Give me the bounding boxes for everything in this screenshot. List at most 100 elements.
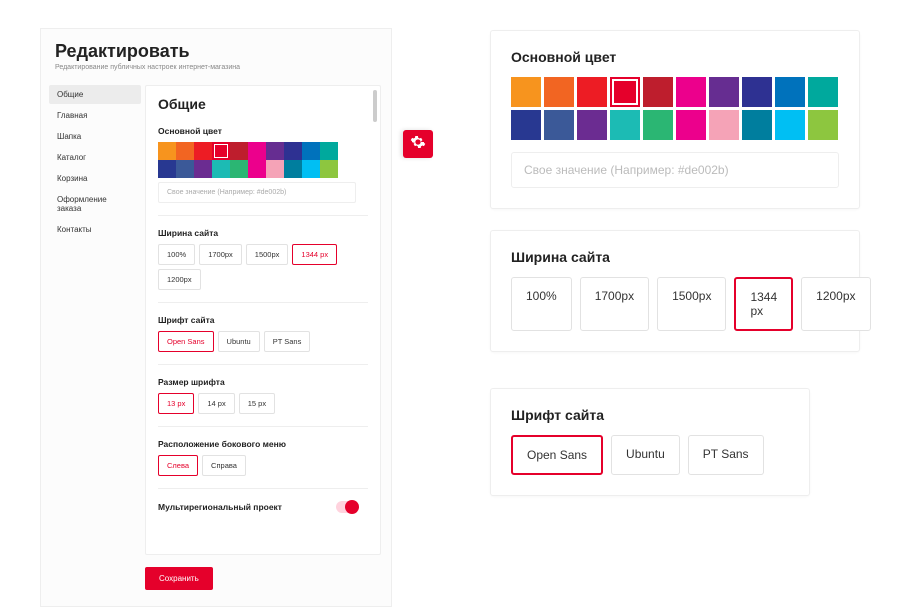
color-swatch-grid	[158, 142, 338, 178]
color-swatch[interactable]	[610, 110, 640, 140]
width-options-large: 100%1700px1500px1344 px1200px	[511, 277, 839, 331]
option-button[interactable]: 13 px	[158, 393, 194, 414]
color-swatch[interactable]	[320, 160, 338, 178]
width-label: Ширина сайта	[158, 228, 368, 238]
page-subtitle: Редактирование публичных настроек интерн…	[55, 64, 377, 71]
color-custom-input-large[interactable]: Свое значение (Например: #de002b)	[511, 152, 839, 188]
color-swatch[interactable]	[266, 160, 284, 178]
color-swatch[interactable]	[230, 160, 248, 178]
option-button[interactable]: Справа	[202, 455, 246, 476]
save-button[interactable]: Сохранить	[145, 567, 213, 590]
fontsize-label: Размер шрифта	[158, 377, 368, 387]
option-button[interactable]: 1344 px	[734, 277, 793, 331]
divider	[158, 364, 368, 365]
color-swatch[interactable]	[266, 142, 284, 160]
option-button[interactable]: Ubuntu	[218, 331, 260, 352]
option-button[interactable]: PT Sans	[688, 435, 764, 475]
option-button[interactable]: 100%	[158, 244, 195, 265]
option-button[interactable]: 1700px	[199, 244, 242, 265]
multiregion-toggle[interactable]	[336, 501, 358, 513]
color-swatch[interactable]	[194, 142, 212, 160]
settings-main: Общие Основной цвет Свое значение (Напри…	[145, 85, 381, 555]
color-swatch[interactable]	[544, 77, 574, 107]
color-swatch[interactable]	[158, 142, 176, 160]
font-options: Open SansUbuntuPT Sans	[158, 331, 368, 352]
primary-color-title: Основной цвет	[511, 49, 839, 65]
sidebar-tab-1[interactable]: Главная	[49, 106, 141, 125]
option-button[interactable]: 15 px	[239, 393, 275, 414]
color-swatch[interactable]	[284, 142, 302, 160]
site-font-title: Шрифт сайта	[511, 407, 789, 423]
page-title: Редактировать	[55, 41, 377, 62]
multiregion-label: Мультирегиональный проект	[158, 502, 282, 512]
sidebar: Общие Главная Шапка Каталог Корзина Оформлени…	[41, 85, 141, 590]
color-swatch[interactable]	[643, 77, 673, 107]
zoom-site-width: Ширина сайта 100%1700px1500px1344 px1200…	[490, 230, 860, 352]
color-swatch[interactable]	[742, 77, 772, 107]
sidepos-options: СлеваСправа	[158, 455, 368, 476]
color-swatch[interactable]	[212, 142, 230, 160]
color-swatch[interactable]	[808, 77, 838, 107]
color-swatch[interactable]	[511, 77, 541, 107]
color-swatch[interactable]	[676, 110, 706, 140]
site-width-title: Ширина сайта	[511, 249, 839, 265]
color-swatch[interactable]	[577, 110, 607, 140]
sidebar-tab-3[interactable]: Каталог	[49, 148, 141, 167]
option-button[interactable]: Open Sans	[158, 331, 214, 352]
color-swatch[interactable]	[320, 142, 338, 160]
color-swatch[interactable]	[212, 160, 230, 178]
sidebar-tab-2[interactable]: Шапка	[49, 127, 141, 146]
sidebar-tab-5[interactable]: Оформление заказа	[49, 190, 141, 218]
option-button[interactable]: Слева	[158, 455, 198, 476]
option-button[interactable]: PT Sans	[264, 331, 311, 352]
option-button[interactable]: 14 px	[198, 393, 234, 414]
option-button[interactable]: Open Sans	[511, 435, 603, 475]
color-swatch[interactable]	[610, 77, 640, 107]
color-swatch[interactable]	[544, 110, 574, 140]
option-button[interactable]: 1500px	[657, 277, 726, 331]
gears-icon	[410, 134, 426, 155]
option-button[interactable]: 1200px	[801, 277, 870, 331]
settings-pullout-tab[interactable]	[403, 130, 433, 158]
divider	[158, 215, 368, 216]
sidebar-tab-4[interactable]: Корзина	[49, 169, 141, 188]
color-swatch[interactable]	[577, 77, 607, 107]
divider	[158, 302, 368, 303]
color-swatch[interactable]	[511, 110, 541, 140]
color-swatch[interactable]	[176, 142, 194, 160]
color-swatch[interactable]	[775, 110, 805, 140]
color-swatch[interactable]	[676, 77, 706, 107]
editor-header: Редактировать Редактирование публичных н…	[41, 41, 391, 79]
option-button[interactable]: 1500px	[246, 244, 289, 265]
sidebar-tab-0[interactable]: Общие	[49, 85, 141, 104]
color-swatch[interactable]	[709, 110, 739, 140]
editor-panel: Редактировать Редактирование публичных н…	[40, 28, 392, 607]
color-swatch[interactable]	[808, 110, 838, 140]
option-button[interactable]: Ubuntu	[611, 435, 680, 475]
option-button[interactable]: 100%	[511, 277, 572, 331]
color-swatch-grid-large	[511, 77, 841, 140]
color-swatch[interactable]	[158, 160, 176, 178]
color-swatch[interactable]	[194, 160, 212, 178]
font-label: Шрифт сайта	[158, 315, 368, 325]
color-swatch[interactable]	[302, 142, 320, 160]
divider	[158, 488, 368, 489]
color-swatch[interactable]	[742, 110, 772, 140]
color-swatch[interactable]	[230, 142, 248, 160]
color-custom-input[interactable]: Свое значение (Например: #de002b)	[158, 182, 356, 203]
color-swatch[interactable]	[248, 142, 266, 160]
option-button[interactable]: 1200px	[158, 269, 201, 290]
color-swatch[interactable]	[176, 160, 194, 178]
option-button[interactable]: 1700px	[580, 277, 649, 331]
color-swatch[interactable]	[643, 110, 673, 140]
zoom-site-font: Шрифт сайта Open SansUbuntuPT Sans	[490, 388, 810, 496]
option-button[interactable]: 1344 px	[292, 244, 337, 265]
color-swatch[interactable]	[775, 77, 805, 107]
color-swatch[interactable]	[248, 160, 266, 178]
color-swatch[interactable]	[302, 160, 320, 178]
width-options: 100%1700px1500px1344 px 1200px	[158, 244, 368, 290]
scrollbar-thumb[interactable]	[373, 90, 377, 122]
sidebar-tab-6[interactable]: Контакты	[49, 220, 141, 239]
color-swatch[interactable]	[709, 77, 739, 107]
color-swatch[interactable]	[284, 160, 302, 178]
